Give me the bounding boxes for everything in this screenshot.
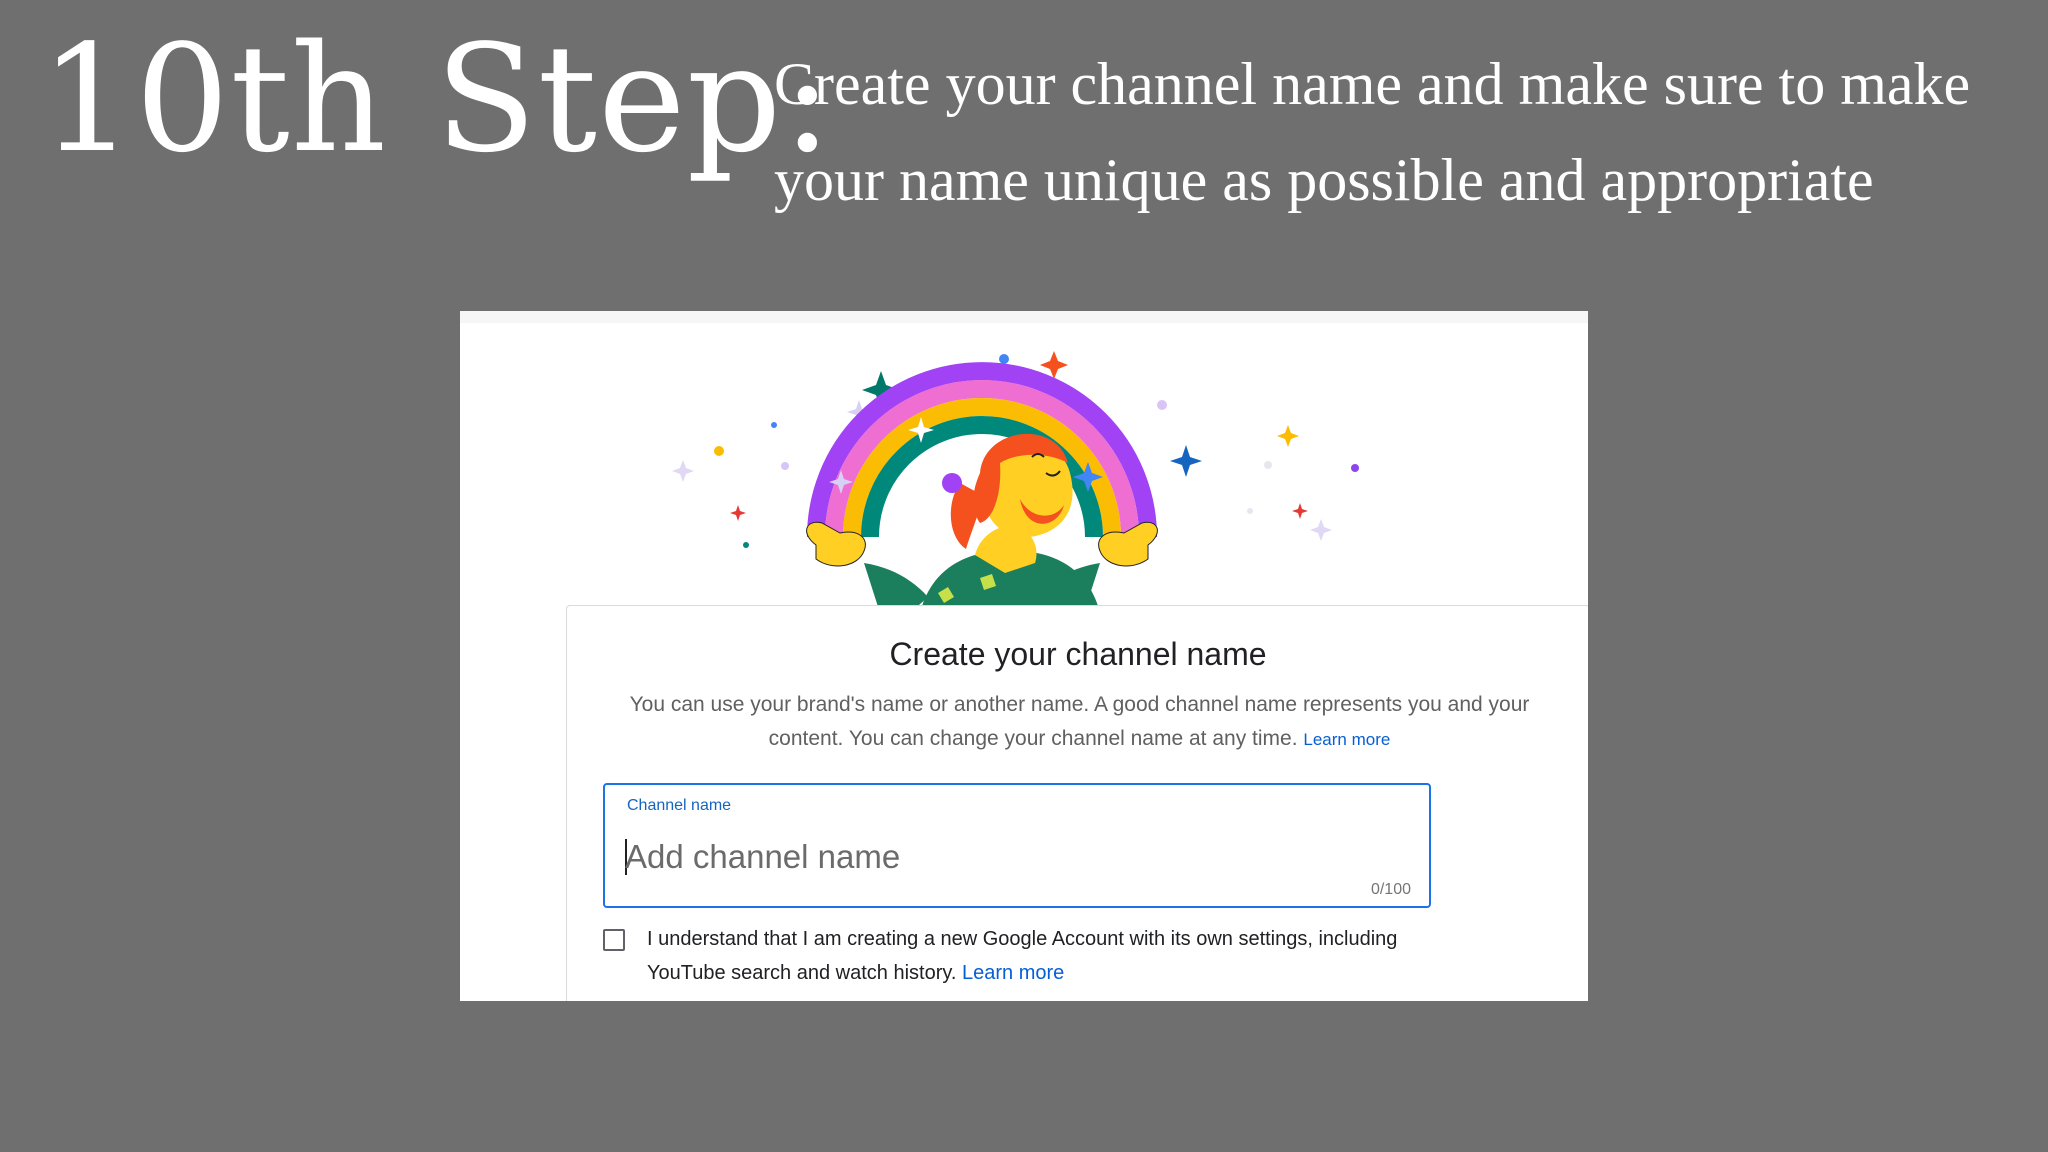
card-description-text: You can use your brand's name or another… — [629, 693, 1530, 750]
step-description: Create your channel name and make sure t… — [774, 51, 1971, 213]
channel-name-input[interactable] — [625, 835, 1385, 879]
step-title: 10th Step: — [40, 13, 834, 185]
top-strip — [460, 311, 1588, 323]
card-title: Create your channel name — [889, 636, 1267, 672]
channel-name-label: Channel name — [627, 797, 732, 814]
rainbow-person-icon — [672, 351, 1359, 613]
consent-checkbox[interactable] — [603, 929, 625, 951]
channel-name-dialog-screenshot: Create your channel name You can use you… — [460, 311, 1588, 1001]
consent-learn-more-link[interactable]: Learn more — [962, 962, 1064, 984]
create-channel-card: Create your channel name You can use you… — [566, 605, 1588, 1001]
learn-more-link[interactable]: Learn more — [1303, 730, 1390, 749]
character-counter: 0/100 — [1370, 881, 1411, 898]
card-description: You can use your brand's name or another… — [607, 688, 1552, 757]
channel-name-field[interactable]: Channel name 0/100 — [603, 783, 1431, 908]
consent-text-block: I understand that I am creating a new Go… — [647, 922, 1407, 990]
